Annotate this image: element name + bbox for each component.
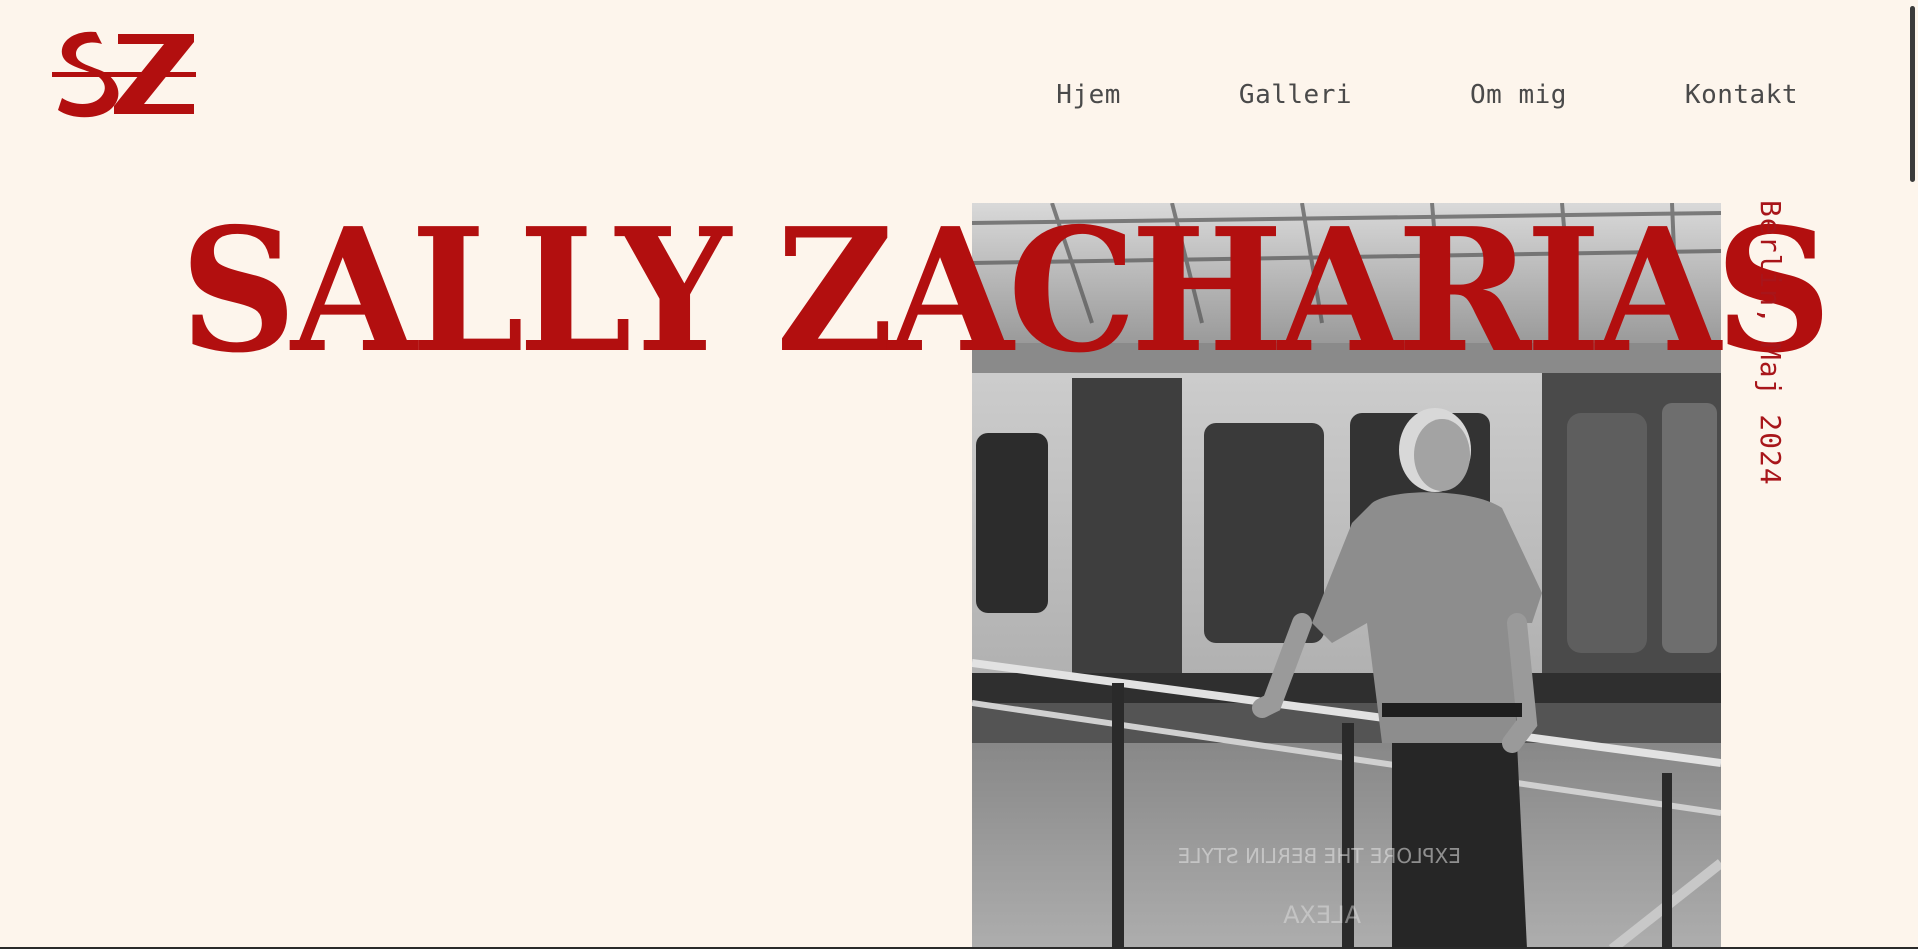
photo-reflection-text: EXPLORE THE BERLIN STYLE [1178, 844, 1461, 868]
main-nav: Hjem Galleri Om mig Kontakt [1056, 78, 1798, 112]
logo-monogram-icon [52, 31, 196, 118]
nav-link-contact[interactable]: Kontakt [1685, 78, 1798, 112]
side-caption: Berlin, Maj 2024 [1754, 200, 1787, 486]
scrollbar-thumb[interactable] [1910, 6, 1915, 182]
hero-title: SALLY ZACHARIAS [180, 191, 1832, 391]
nav-link-gallery[interactable]: Galleri [1239, 78, 1352, 112]
logo[interactable] [48, 28, 198, 120]
nav-link-about[interactable]: Om mig [1470, 78, 1567, 112]
nav-link-home[interactable]: Hjem [1056, 78, 1121, 112]
scrollbar[interactable] [1906, 0, 1918, 949]
photo-sign-text: ALEXA [1283, 901, 1361, 929]
